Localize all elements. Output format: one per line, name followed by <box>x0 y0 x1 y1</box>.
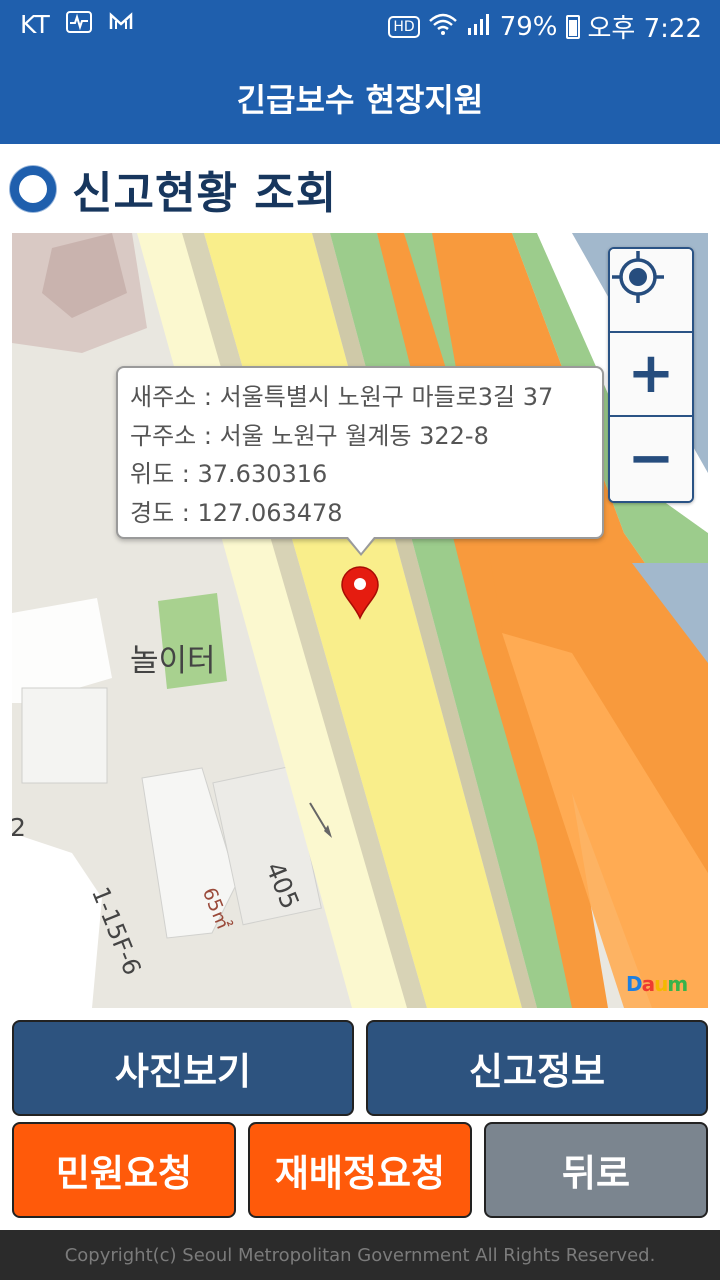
battery-percent: 79% <box>499 11 558 42</box>
zoom-in-button[interactable]: + <box>610 333 692 417</box>
reassign-request-button[interactable]: 재배정요청 <box>248 1122 472 1218</box>
popup-latitude: 위도 : 37.630316 <box>130 460 328 488</box>
page-title: 신고현황 조회 <box>72 168 338 219</box>
my-location-button[interactable] <box>610 249 692 333</box>
map-label-playground: 놀이터 <box>130 643 216 679</box>
map-label-edge-number: 2 <box>12 813 26 842</box>
map-view[interactable]: 놀이터 1-15F-6 65㎡ 405 2 새주소 : 서울특별시 노원구 마들… <box>12 233 708 1008</box>
status-bar-right: HD 79% 오후 7:22 <box>388 8 702 45</box>
wifi-icon <box>428 12 458 41</box>
app-title: 긴급보수 현장지원 <box>236 81 484 119</box>
footer: Copyright(c) Seoul Metropolitan Governme… <box>0 1230 720 1280</box>
copyright-text: Copyright(c) Seoul Metropolitan Governme… <box>64 1244 656 1266</box>
status-bar-left: KT <box>20 10 134 39</box>
mail-m-icon <box>108 11 134 38</box>
carrier-label: KT <box>20 10 50 39</box>
zoom-out-button[interactable]: − <box>610 417 692 501</box>
civil-request-button[interactable]: 민원요청 <box>12 1122 236 1218</box>
page-heading: 신고현황 조회 <box>10 158 337 220</box>
map-controls: + − <box>608 247 694 503</box>
status-bar: KT HD 79% 오후 7:22 <box>0 0 720 52</box>
location-info-popup: 새주소 : 서울특별시 노원구 마들로3길 37 구주소 : 서울 노원구 월계… <box>116 366 604 556</box>
ring-bullet-icon <box>10 166 56 212</box>
daum-logo: Daum <box>626 972 688 996</box>
map-tiles <box>12 233 708 1008</box>
battery-icon <box>565 14 580 39</box>
clock: 오후 7:22 <box>587 14 703 44</box>
app-bar: 긴급보수 현장지원 <box>0 52 720 144</box>
activity-icon <box>65 11 92 38</box>
back-button[interactable]: 뒤로 <box>484 1122 708 1218</box>
photo-view-button[interactable]: 사진보기 <box>12 1020 354 1116</box>
popup-longitude: 경도 : 127.063478 <box>130 498 343 527</box>
popup-old-address: 구주소 : 서울 노원구 월계동 322-8 <box>130 421 489 450</box>
report-info-button[interactable]: 신고정보 <box>366 1020 708 1116</box>
hd-icon: HD <box>388 15 420 38</box>
signal-icon <box>466 12 492 41</box>
popup-new-address: 새주소 : 서울특별시 노원구 마들로3길 37 <box>130 383 554 411</box>
crosshair-icon <box>612 251 664 303</box>
